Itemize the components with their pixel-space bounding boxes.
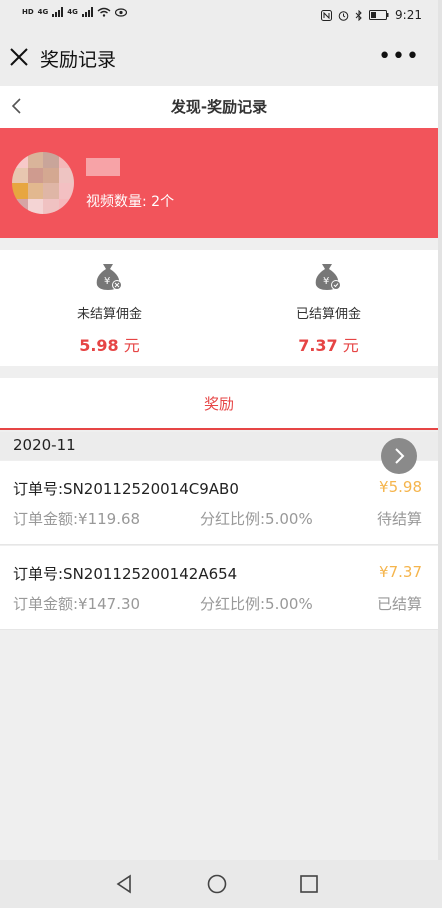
order-row[interactable]: 订单号:SN20112520014C9AB0 ¥5.98 订单金额:¥119.6… [0, 461, 438, 545]
unsettled-unit: 元 [123, 336, 140, 355]
order-ratio: 分红比例:5.00% [200, 595, 313, 613]
settled-amount: 7.37 [298, 336, 338, 355]
video-count: 视频数量: 2个 [86, 194, 175, 210]
status-bar: HD 4G 4G 9:21 [0, 0, 442, 30]
month-label: 2020-11 [13, 436, 76, 454]
settled-value: 7.37 元 [219, 332, 438, 356]
more-menu-button[interactable]: ••• [378, 44, 420, 69]
order-status: 已结算 [376, 595, 422, 613]
user-name-blurred [86, 158, 120, 176]
battery-icon [369, 10, 389, 20]
order-number: 订单号:SN201125200142A654 [13, 565, 238, 583]
signal-icon [52, 7, 64, 17]
floating-next-button[interactable] [381, 438, 417, 474]
tab-reward[interactable]: 奖励 [0, 393, 438, 414]
unsettled-label: 未结算佣金 [76, 307, 142, 322]
eye-icon [114, 7, 127, 17]
order-ratio: 分红比例:5.00% [200, 510, 313, 528]
order-status: 待结算 [376, 510, 422, 528]
month-header: 2020-11 [0, 432, 438, 460]
avatar [12, 152, 74, 214]
profile-banner: 视频数量: 2个 [0, 128, 438, 238]
status-left: HD 4G 4G [22, 7, 127, 17]
close-icon[interactable] [8, 46, 30, 68]
wechat-title: 奖励记录 [40, 49, 117, 71]
page-header: 发现-奖励记录 [0, 86, 438, 128]
settled-unit: 元 [342, 336, 359, 355]
order-amount: 订单金额:¥119.68 [13, 510, 141, 528]
wechat-title-bar: 奖励记录 ••• [0, 30, 442, 86]
hd-label: HD [22, 8, 34, 16]
svg-text:¥: ¥ [323, 276, 329, 287]
unsettled-amount: 5.98 [79, 336, 119, 355]
unsettled-commission: ¥ 未结算佣金 5.98 元 [0, 250, 219, 366]
money-bag-settled-icon: ¥ [315, 264, 341, 290]
screen-edge [438, 0, 442, 908]
nfc-icon [321, 9, 333, 21]
svg-text:¥: ¥ [104, 276, 110, 287]
nav-home-icon[interactable] [205, 872, 229, 896]
alarm-icon [338, 10, 349, 21]
settled-commission: ¥ 已结算佣金 7.37 元 [219, 250, 438, 366]
commission-summary: ¥ 未结算佣金 5.98 元 ¥ 已结算佣金 7.37 元 [0, 250, 438, 366]
network-label: 4G [37, 8, 49, 16]
network-label-2: 4G [67, 8, 78, 16]
clock-time: 9:21 [395, 8, 422, 22]
order-row[interactable]: 订单号:SN201125200142A654 ¥7.37 订单金额:¥147.3… [0, 546, 438, 630]
status-right: 9:21 [321, 8, 422, 22]
system-nav-bar [0, 860, 442, 908]
bluetooth-icon [355, 9, 362, 21]
nav-recents-icon[interactable] [297, 872, 321, 896]
nav-back-icon[interactable] [112, 872, 136, 896]
page-title: 发现-奖励记录 [170, 98, 268, 116]
settled-label: 已结算佣金 [295, 307, 361, 322]
signal-icon-2 [81, 7, 93, 17]
order-number: 订单号:SN20112520014C9AB0 [13, 480, 239, 498]
tab-bar: 奖励 [0, 378, 438, 430]
chevron-right-icon [395, 448, 405, 464]
order-amount: 订单金额:¥147.30 [13, 595, 141, 613]
order-reward: ¥7.37 [379, 563, 422, 581]
order-reward: ¥5.98 [379, 478, 422, 496]
wifi-icon [97, 7, 111, 17]
money-bag-pending-icon: ¥ [96, 264, 122, 290]
unsettled-value: 5.98 元 [0, 332, 219, 356]
